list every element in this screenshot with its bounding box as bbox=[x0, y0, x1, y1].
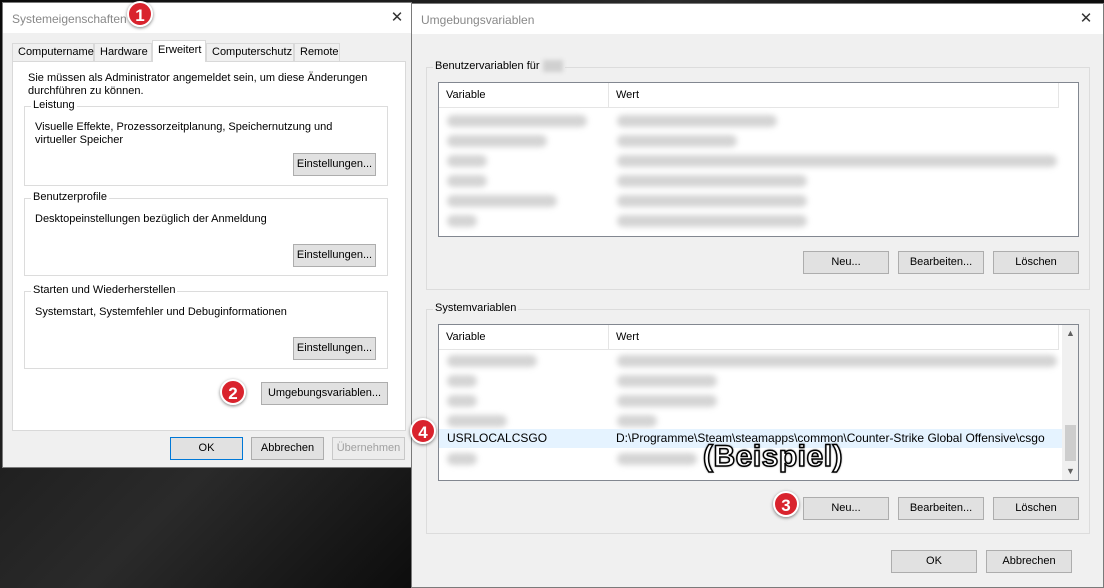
user-row-blurred bbox=[447, 195, 557, 207]
scroll-up-icon[interactable]: ▲ bbox=[1062, 325, 1078, 342]
user-row-blurred bbox=[617, 155, 1057, 167]
system-properties-title: Systemeigenschaften bbox=[12, 12, 127, 26]
redacted-username bbox=[542, 60, 563, 73]
scrollbar-thumb[interactable] bbox=[1065, 425, 1076, 461]
startup-group: Starten und Wiederherstellen Systemstart… bbox=[24, 284, 388, 369]
user-row-blurred bbox=[447, 135, 547, 147]
profiles-desc: Desktopeinstellungen bezüglich der Anmel… bbox=[35, 213, 267, 225]
cancel-button[interactable]: Abbrechen bbox=[251, 437, 324, 460]
close-icon[interactable]: ✕ bbox=[1078, 11, 1094, 27]
tab-panel-erweitert: Sie müssen als Administrator angemeldet … bbox=[12, 61, 406, 431]
example-label: (Beispiel) bbox=[702, 439, 844, 474]
user-row-blurred bbox=[617, 215, 807, 227]
performance-desc: Visuelle Effekte, Prozessorzeitplanung, … bbox=[35, 121, 333, 146]
user-row-blurred bbox=[447, 115, 587, 127]
selected-variable-name: USRLOCALCSGO bbox=[447, 431, 548, 445]
system-edit-button[interactable]: Bearbeiten... bbox=[898, 497, 984, 520]
environment-variables-button[interactable]: Umgebungsvariablen... bbox=[261, 382, 388, 405]
startup-desc: Systemstart, Systemfehler und Debuginfor… bbox=[35, 306, 287, 318]
system-properties-titlebar[interactable]: Systemeigenschaften ✕ bbox=[3, 3, 411, 33]
step-badge-2: 2 bbox=[220, 379, 246, 405]
user-row-blurred bbox=[447, 155, 487, 167]
tab-erweitert[interactable]: Erweitert bbox=[152, 40, 206, 62]
system-list-scrollbar[interactable]: ▲ ▼ bbox=[1062, 325, 1078, 480]
system-variables-group: Systemvariablen Variable Wert USRLOCALCS… bbox=[426, 302, 1090, 534]
startup-label: Starten und Wiederherstellen bbox=[31, 284, 178, 296]
user-row-blurred bbox=[617, 135, 737, 147]
startup-settings-button[interactable]: Einstellungen... bbox=[293, 337, 376, 360]
user-row-blurred bbox=[617, 115, 777, 127]
profiles-settings-button[interactable]: Einstellungen... bbox=[293, 244, 376, 267]
step-badge-1: 1 bbox=[127, 1, 153, 27]
system-row-blurred bbox=[617, 375, 717, 387]
system-variables-label: Systemvariablen bbox=[433, 302, 519, 314]
system-new-button[interactable]: Neu... bbox=[803, 497, 889, 520]
tab-remote[interactable]: Remote bbox=[294, 43, 340, 61]
system-row-blurred bbox=[447, 415, 507, 427]
user-variables-label: Benutzervariablen für bbox=[433, 60, 565, 73]
user-list-header: Variable Wert bbox=[439, 83, 1059, 108]
user-edit-button[interactable]: Bearbeiten... bbox=[898, 251, 984, 274]
step-badge-3: 3 bbox=[773, 491, 799, 517]
tab-hardware[interactable]: Hardware bbox=[94, 43, 152, 61]
performance-settings-button[interactable]: Einstellungen... bbox=[293, 153, 376, 176]
ok-button[interactable]: OK bbox=[170, 437, 243, 460]
tab-computername[interactable]: Computername bbox=[12, 43, 94, 61]
system-col-value[interactable]: Wert bbox=[609, 325, 1059, 350]
system-col-variable[interactable]: Variable bbox=[439, 325, 609, 350]
system-list-header: Variable Wert bbox=[439, 325, 1059, 350]
close-icon[interactable]: ✕ bbox=[389, 10, 405, 26]
user-delete-button[interactable]: Löschen bbox=[993, 251, 1079, 274]
performance-group: Leistung Visuelle Effekte, Prozessorzeit… bbox=[24, 99, 388, 186]
user-new-button[interactable]: Neu... bbox=[803, 251, 889, 274]
env-cancel-button[interactable]: Abbrechen bbox=[986, 550, 1072, 573]
user-variables-list[interactable]: Variable Wert bbox=[438, 82, 1079, 237]
user-col-variable[interactable]: Variable bbox=[439, 83, 609, 108]
user-variables-label-text: Benutzervariablen für bbox=[435, 60, 540, 72]
user-row-blurred bbox=[447, 215, 477, 227]
system-delete-button[interactable]: Löschen bbox=[993, 497, 1079, 520]
user-row-blurred bbox=[447, 175, 487, 187]
tab-computerschutz[interactable]: Computerschutz bbox=[206, 43, 294, 61]
system-row-blurred bbox=[447, 453, 477, 465]
user-row-blurred bbox=[617, 175, 807, 187]
system-properties-dialog: Systemeigenschaften ✕ Computername Hardw… bbox=[2, 2, 412, 468]
system-row-blurred bbox=[617, 415, 657, 427]
user-variables-group: Benutzervariablen für Variable Wert Neu.… bbox=[426, 60, 1090, 290]
environment-variables-title: Umgebungsvariablen bbox=[421, 13, 535, 27]
step-badge-4: 4 bbox=[410, 418, 436, 444]
user-col-value[interactable]: Wert bbox=[609, 83, 1059, 108]
env-ok-button[interactable]: OK bbox=[891, 550, 977, 573]
environment-variables-dialog: Umgebungsvariablen ✕ Benutzervariablen f… bbox=[411, 3, 1104, 588]
profiles-label: Benutzerprofile bbox=[31, 191, 109, 203]
system-row-blurred bbox=[447, 375, 477, 387]
admin-note: Sie müssen als Administrator angemeldet … bbox=[28, 72, 368, 97]
system-row-blurred bbox=[617, 453, 697, 465]
scroll-down-icon[interactable]: ▼ bbox=[1062, 463, 1078, 480]
environment-variables-titlebar[interactable]: Umgebungsvariablen ✕ bbox=[412, 4, 1103, 34]
system-row-blurred bbox=[617, 395, 717, 407]
apply-button[interactable]: Übernehmen bbox=[332, 437, 405, 460]
profiles-group: Benutzerprofile Desktopeinstellungen bez… bbox=[24, 191, 388, 276]
performance-label: Leistung bbox=[31, 99, 77, 111]
user-row-blurred bbox=[617, 195, 807, 207]
system-row-blurred bbox=[447, 355, 537, 367]
system-row-blurred bbox=[447, 395, 477, 407]
system-row-blurred bbox=[617, 355, 1057, 367]
